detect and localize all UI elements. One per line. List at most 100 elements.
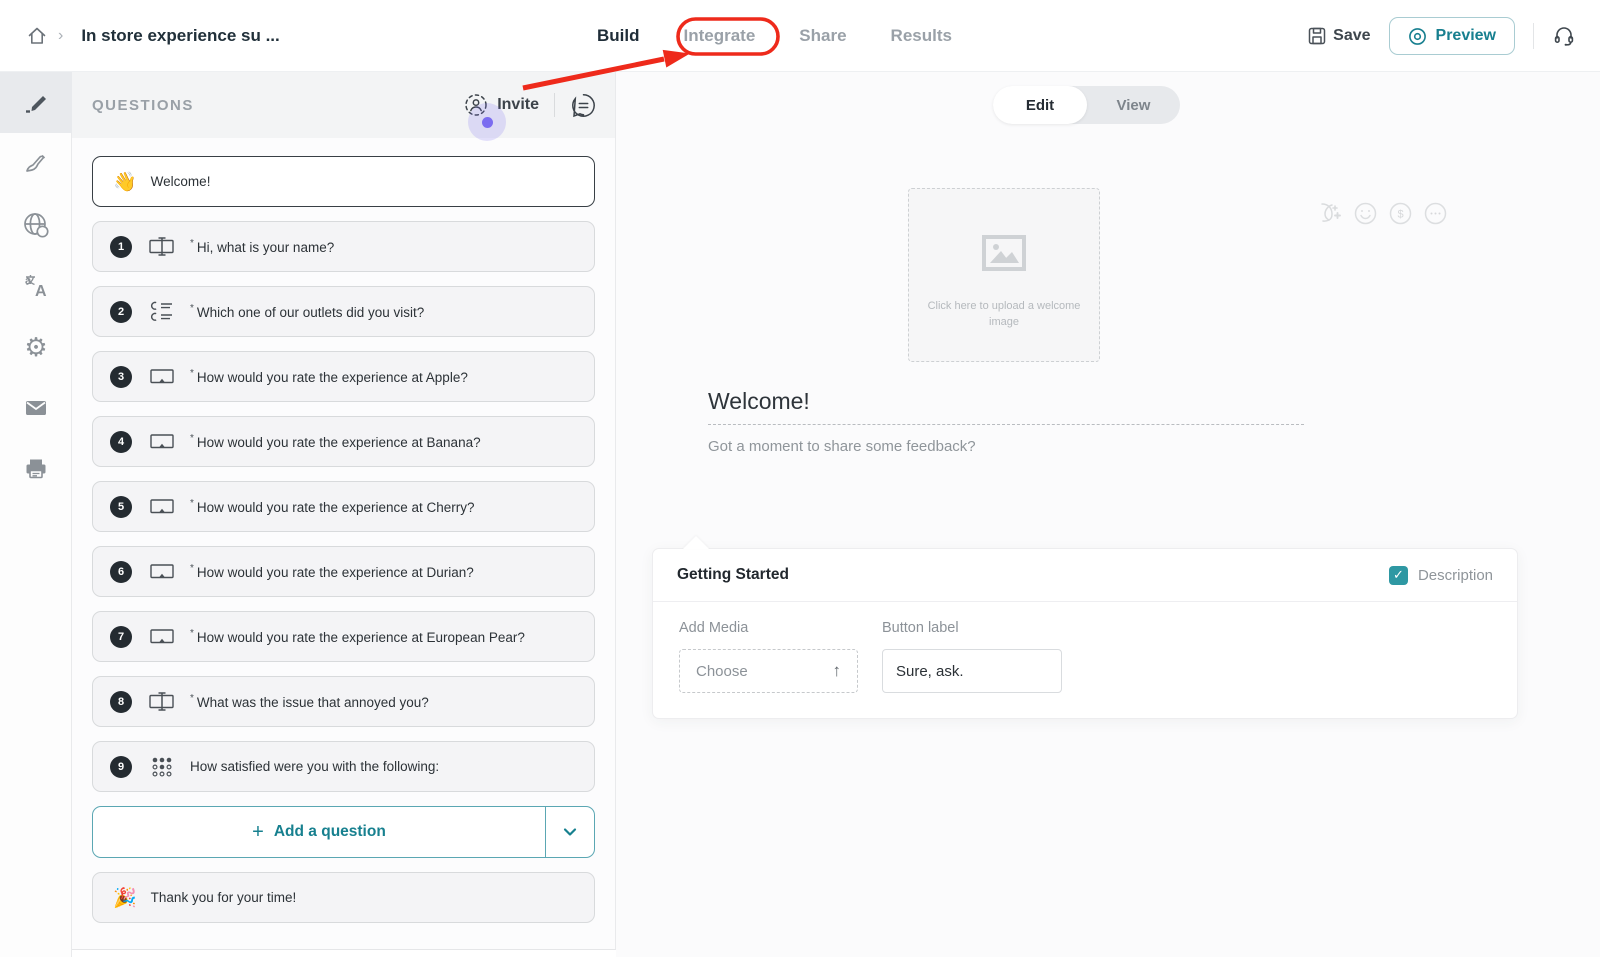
add-question-dropdown[interactable] xyxy=(545,807,594,857)
payment-icon[interactable]: $ xyxy=(1389,202,1412,225)
settings-item[interactable]: ⚙ xyxy=(0,316,72,377)
upload-helper-text: Click here to upload a welcome image xyxy=(924,299,1084,331)
question-item-1[interactable]: 1 *Hi, what is your name? xyxy=(92,221,595,272)
required-marker: * xyxy=(190,498,194,509)
welcome-heading[interactable]: Welcome! xyxy=(708,388,810,415)
opinion-scale-icon xyxy=(149,498,175,516)
question-item-5[interactable]: 5 *How would you rate the experience at … xyxy=(92,481,595,532)
tab-build[interactable]: Build xyxy=(597,26,640,46)
question-number: 4 xyxy=(110,431,132,453)
invite-label: Invite xyxy=(497,96,539,114)
question-label: How would you rate the experience at Eur… xyxy=(197,630,525,645)
question-item-9[interactable]: 9 How satisfied were you with the follow… xyxy=(92,741,595,792)
required-marker: * xyxy=(190,368,194,379)
question-label: What was the issue that annoyed you? xyxy=(197,695,429,710)
required-marker: * xyxy=(190,628,194,639)
chevron-down-icon xyxy=(560,822,580,842)
question-label: How would you rate the experience at Dur… xyxy=(197,565,474,580)
question-label: How would you rate the experience at App… xyxy=(197,370,468,385)
preview-button[interactable]: Preview xyxy=(1389,17,1515,55)
short-text-icon xyxy=(149,237,175,256)
print-item[interactable] xyxy=(0,438,72,499)
tab-integrate[interactable]: Integrate xyxy=(684,26,756,46)
breadcrumb-chevron-icon: › xyxy=(58,27,63,45)
globe-icon xyxy=(22,211,50,239)
edit-view-toggle[interactable]: Edit View xyxy=(993,86,1180,124)
toggle-view[interactable]: View xyxy=(1087,97,1180,114)
question-quick-actions: $ xyxy=(1318,200,1447,226)
share-channels-item[interactable] xyxy=(0,194,72,255)
translate-icon: a A xyxy=(22,272,50,300)
question-list: 👋 Welcome! 1 *Hi, what is your name? 2 xyxy=(72,138,615,923)
paintbrush-icon xyxy=(23,151,49,177)
printer-icon xyxy=(23,456,49,482)
tab-share[interactable]: Share xyxy=(799,26,846,46)
wave-emoji-icon: 👋 xyxy=(113,170,137,194)
choose-media-button[interactable]: Choose ↑ xyxy=(679,649,858,693)
party-popper-emoji-icon: 🎉 xyxy=(113,886,137,910)
question-label: Which one of our outlets did you visit? xyxy=(197,305,424,320)
question-item-2[interactable]: 2 *Which one of our outlets did you visi… xyxy=(92,286,595,337)
pulse-dot xyxy=(482,117,493,128)
ai-wing-icon[interactable] xyxy=(1318,200,1342,226)
panel-header-divider xyxy=(554,93,555,117)
gear-icon: ⚙ xyxy=(24,334,47,360)
question-item-4[interactable]: 4 *How would you rate the experience at … xyxy=(92,416,595,467)
welcome-card[interactable]: 👋 Welcome! xyxy=(92,156,595,207)
required-marker: * xyxy=(190,238,194,249)
required-marker: * xyxy=(190,563,194,574)
add-media-label: Add Media xyxy=(679,620,858,636)
smiley-icon[interactable] xyxy=(1354,202,1377,225)
survey-title: In store experience su ... xyxy=(81,26,279,46)
design-item[interactable] xyxy=(0,133,72,194)
questions-panel: QUESTIONS Invite 👋 Welcome! xyxy=(72,72,616,950)
question-number: 6 xyxy=(110,561,132,583)
short-text-icon xyxy=(149,692,175,711)
build-editor-item[interactable] xyxy=(0,72,72,133)
questions-panel-title: QUESTIONS xyxy=(92,97,464,114)
question-number: 2 xyxy=(110,301,132,323)
more-options-icon[interactable] xyxy=(1424,202,1447,225)
welcome-card-label: Welcome! xyxy=(151,174,211,189)
plus-icon: + xyxy=(252,821,264,844)
save-button[interactable]: Save xyxy=(1308,27,1370,45)
button-label-input[interactable] xyxy=(882,649,1062,693)
comments-icon[interactable] xyxy=(570,92,597,119)
thankyou-card-label: Thank you for your time! xyxy=(151,890,297,905)
multiple-choice-icon xyxy=(149,301,175,322)
preview-eye-icon xyxy=(1408,27,1427,46)
question-label: How would you rate the experience at Ban… xyxy=(197,435,481,450)
opinion-scale-icon xyxy=(149,368,175,386)
top-nav: Build Integrate Share Results xyxy=(597,0,952,72)
title-description-divider xyxy=(708,424,1304,425)
required-marker: * xyxy=(190,303,194,314)
tab-results[interactable]: Results xyxy=(891,26,952,46)
pencil-edit-icon xyxy=(23,90,49,116)
button-label-label: Button label xyxy=(882,620,1062,636)
svg-text:$: $ xyxy=(1397,208,1403,220)
add-question-button[interactable]: + Add a question xyxy=(92,806,595,858)
question-number: 7 xyxy=(110,626,132,648)
thankyou-card[interactable]: 🎉 Thank you for your time! xyxy=(92,872,595,923)
email-item[interactable] xyxy=(0,377,72,438)
matrix-icon xyxy=(149,756,175,778)
upload-arrow-icon: ↑ xyxy=(833,661,842,681)
add-question-label: Add a question xyxy=(274,823,386,841)
question-item-7[interactable]: 7 *How would you rate the experience at … xyxy=(92,611,595,662)
description-checkbox[interactable]: ✓ xyxy=(1389,566,1408,585)
getting-started-panel: Getting Started ✓ Description Add Media … xyxy=(652,548,1518,719)
left-toolbar: a A ⚙ xyxy=(0,72,72,957)
toggle-edit[interactable]: Edit xyxy=(993,86,1087,124)
save-icon xyxy=(1308,27,1326,45)
home-icon[interactable] xyxy=(26,25,48,47)
translate-item[interactable]: a A xyxy=(0,255,72,316)
question-item-3[interactable]: 3 *How would you rate the experience at … xyxy=(92,351,595,402)
choose-label: Choose xyxy=(696,663,748,680)
question-item-6[interactable]: 6 *How would you rate the experience at … xyxy=(92,546,595,597)
support-headset-icon[interactable] xyxy=(1552,24,1576,48)
welcome-description[interactable]: Got a moment to share some feedback? xyxy=(708,438,976,455)
getting-started-title: Getting Started xyxy=(677,566,1389,584)
welcome-image-upload[interactable]: Click here to upload a welcome image xyxy=(908,188,1100,362)
top-header: › In store experience su ... Build Integ… xyxy=(0,0,1600,72)
question-item-8[interactable]: 8 *What was the issue that annoyed you? xyxy=(92,676,595,727)
